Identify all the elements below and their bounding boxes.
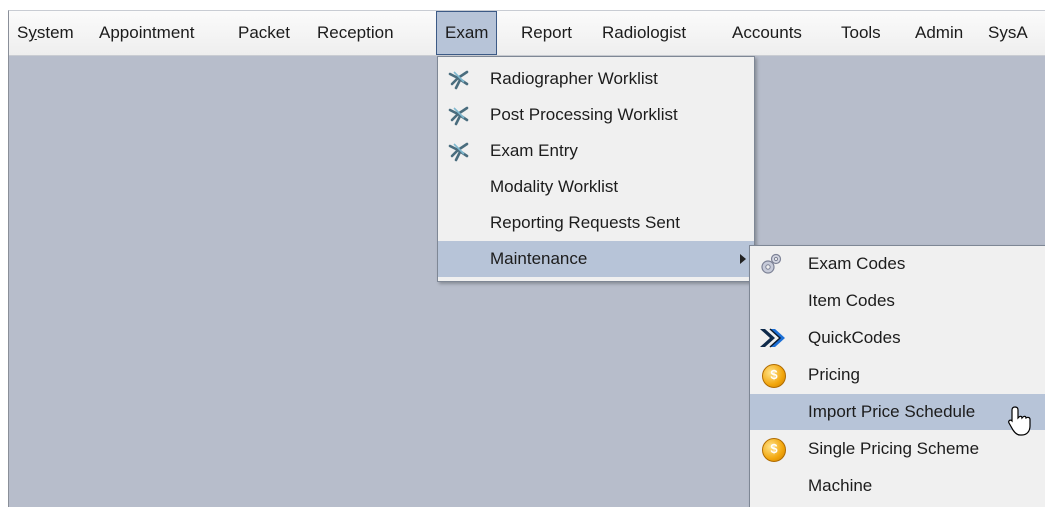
menu-system[interactable]: System	[9, 11, 82, 55]
menu-item-exam-entry[interactable]: Exam Entry	[438, 133, 754, 169]
menu-item-label: Import Price Schedule	[808, 402, 976, 421]
menu-sysa[interactable]: SysA	[980, 11, 1036, 55]
menu-exam[interactable]: Exam	[436, 11, 498, 55]
menu-item-label: Machine	[808, 476, 873, 495]
menu-item-label: Single Pricing Scheme	[808, 439, 980, 458]
menu-bar: System Appointment Packet Reception Exam…	[9, 11, 1045, 56]
application-window: System Appointment Packet Reception Exam…	[8, 10, 1045, 507]
menu-item-label: Maintenance	[490, 249, 588, 268]
menu-item-post-processing-worklist[interactable]: Post Processing Worklist	[438, 97, 754, 133]
menu-item-label: Reporting Requests Sent	[490, 213, 680, 232]
menu-item-item-codes[interactable]: Item Codes	[750, 283, 1045, 319]
exam-menu: Radiographer Worklist Post Processing Wo…	[437, 56, 755, 282]
gears-icon	[761, 253, 782, 274]
menu-item-quickcodes[interactable]: QuickCodes	[750, 320, 1045, 356]
menu-item-label: Post Processing Worklist	[490, 105, 678, 124]
menu-item-label: Item Codes	[808, 291, 895, 310]
menu-item-label: Exam Codes	[808, 254, 906, 273]
menu-item-label: Pricing	[808, 365, 860, 384]
menu-item-pricing[interactable]: $ Pricing	[750, 357, 1045, 393]
menu-report[interactable]: Report	[513, 11, 580, 55]
worklist-icon	[448, 106, 469, 126]
menu-item-single-pricing-scheme[interactable]: $ Single Pricing Scheme	[750, 431, 1045, 467]
submenu-arrow-icon	[740, 254, 746, 264]
menu-radiologist[interactable]: Radiologist	[594, 11, 694, 55]
mouse-pointer-icon	[1008, 406, 1031, 436]
menu-admin[interactable]: Admin	[907, 11, 971, 55]
menu-item-modality-worklist[interactable]: Modality Worklist	[438, 169, 754, 205]
worklist-icon	[448, 142, 469, 162]
menu-accounts[interactable]: Accounts	[724, 11, 810, 55]
menu-item-exam-codes[interactable]: Exam Codes	[750, 246, 1045, 282]
menu-reception[interactable]: Reception	[309, 11, 402, 55]
menu-item-reporting-requests-sent[interactable]: Reporting Requests Sent	[438, 205, 754, 241]
maintenance-submenu: Exam Codes Item Codes QuickCodes $ Prici…	[749, 245, 1045, 507]
menu-appointment[interactable]: Appointment	[91, 11, 202, 55]
menu-tools[interactable]: Tools	[833, 11, 889, 55]
menu-item-label: QuickCodes	[808, 328, 901, 347]
worklist-icon	[448, 70, 469, 90]
coin-icon: $	[762, 438, 786, 462]
menu-item-label: Exam Entry	[490, 141, 578, 160]
menu-packet[interactable]: Packet	[230, 11, 298, 55]
menu-item-label: Radiographer Worklist	[490, 69, 658, 88]
menu-item-radiographer-worklist[interactable]: Radiographer Worklist	[438, 61, 754, 97]
menu-item-machine[interactable]: Machine	[750, 468, 1045, 504]
menu-item-import-price-schedule[interactable]: Import Price Schedule	[750, 394, 1045, 430]
menu-item-label: Modality Worklist	[490, 177, 619, 196]
double-chevron-icon	[760, 328, 785, 348]
menu-item-maintenance[interactable]: Maintenance	[438, 241, 754, 277]
coin-icon: $	[762, 364, 786, 388]
